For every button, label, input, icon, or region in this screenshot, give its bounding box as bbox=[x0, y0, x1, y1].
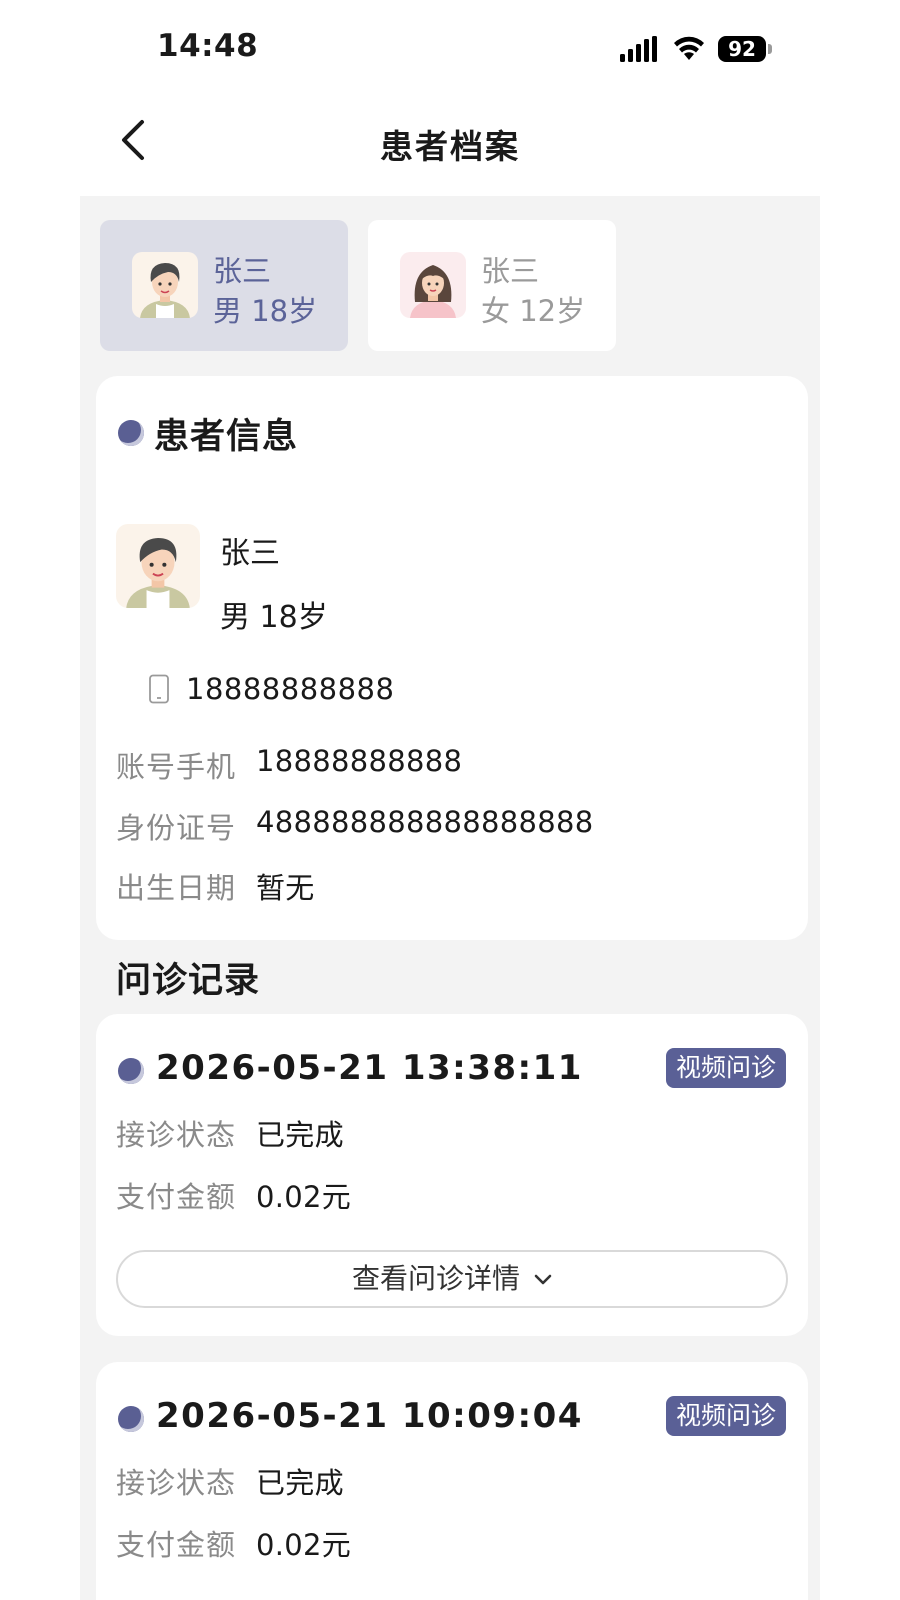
battery-icon: 92 bbox=[718, 36, 766, 62]
female-avatar-icon bbox=[400, 252, 466, 318]
record-time: 2026-05-21 13:38:11 bbox=[156, 1048, 583, 1088]
view-detail-button[interactable]: 查看问诊详情 bbox=[116, 1250, 788, 1308]
account-phone-value: 18888888888 bbox=[256, 744, 463, 778]
patient-tab-name: 张三 bbox=[213, 254, 272, 288]
nav-bar: 患者档案 bbox=[0, 100, 900, 190]
male-avatar-icon bbox=[132, 252, 198, 318]
record-status-label: 接诊状态 bbox=[116, 1118, 237, 1152]
patient-tab-2[interactable]: 张三 女 12岁 bbox=[368, 220, 616, 351]
consultation-record-card: 2026-05-21 10:09:04 视频问诊 接诊状态 已完成 支付金额 0… bbox=[96, 1362, 808, 1600]
cellular-signal-icon bbox=[620, 36, 657, 62]
phone-icon bbox=[149, 674, 169, 704]
patient-info-card: 患者信息 张三 男 18岁 18888888888 账号手机 188888888… bbox=[96, 376, 808, 940]
patient-info-title: 患者信息 bbox=[154, 417, 299, 457]
record-type-badge: 视频问诊 bbox=[665, 1396, 786, 1436]
birth-date-value: 暂无 bbox=[256, 871, 315, 905]
id-number-label: 身份证号 bbox=[116, 811, 237, 845]
record-status-value: 已完成 bbox=[256, 1466, 344, 1500]
record-status-label: 接诊状态 bbox=[116, 1466, 237, 1500]
records-section-title: 问诊记录 bbox=[116, 961, 261, 1001]
patient-tab-info: 男 18岁 bbox=[213, 294, 318, 328]
section-dot-icon bbox=[118, 420, 144, 446]
status-time: 14:48 bbox=[157, 28, 259, 64]
chevron-down-icon bbox=[534, 1274, 552, 1285]
record-amount-label: 支付金额 bbox=[116, 1180, 237, 1214]
section-dot-icon bbox=[118, 1406, 144, 1432]
account-phone-label: 账号手机 bbox=[116, 750, 237, 784]
record-type-badge: 视频问诊 bbox=[665, 1048, 786, 1088]
birth-date-label: 出生日期 bbox=[116, 871, 237, 905]
record-amount-value: 0.02元 bbox=[256, 1180, 352, 1214]
page-title: 患者档案 bbox=[380, 127, 520, 166]
battery-tip bbox=[768, 44, 772, 54]
record-amount-label: 支付金额 bbox=[116, 1528, 237, 1562]
view-detail-label: 查看问诊详情 bbox=[351, 1262, 520, 1295]
record-amount-value: 0.02元 bbox=[256, 1528, 352, 1562]
record-time: 2026-05-21 10:09:04 bbox=[156, 1396, 583, 1436]
id-number-value: 488888888888888888 bbox=[256, 805, 594, 839]
section-dot-icon bbox=[118, 1058, 144, 1084]
patient-tab-1[interactable]: 张三 男 18岁 bbox=[100, 220, 348, 351]
patient-gender-age: 男 18岁 bbox=[220, 600, 328, 635]
patient-phone: 18888888888 bbox=[186, 672, 395, 706]
consultation-record-card: 2026-05-21 13:38:11 视频问诊 接诊状态 已完成 支付金额 0… bbox=[96, 1014, 808, 1336]
wifi-icon bbox=[674, 36, 704, 60]
content-area: 张三 男 18岁 张三 女 12岁 患者信息 张三 男 18岁 18888888… bbox=[80, 196, 820, 1600]
patient-tab-name: 张三 bbox=[481, 254, 540, 288]
patient-avatar bbox=[116, 524, 200, 608]
patient-tab-info: 女 12岁 bbox=[481, 294, 586, 328]
record-status-value: 已完成 bbox=[256, 1118, 344, 1152]
patient-name: 张三 bbox=[220, 536, 280, 571]
status-bar: 14:48 92 bbox=[0, 0, 900, 96]
